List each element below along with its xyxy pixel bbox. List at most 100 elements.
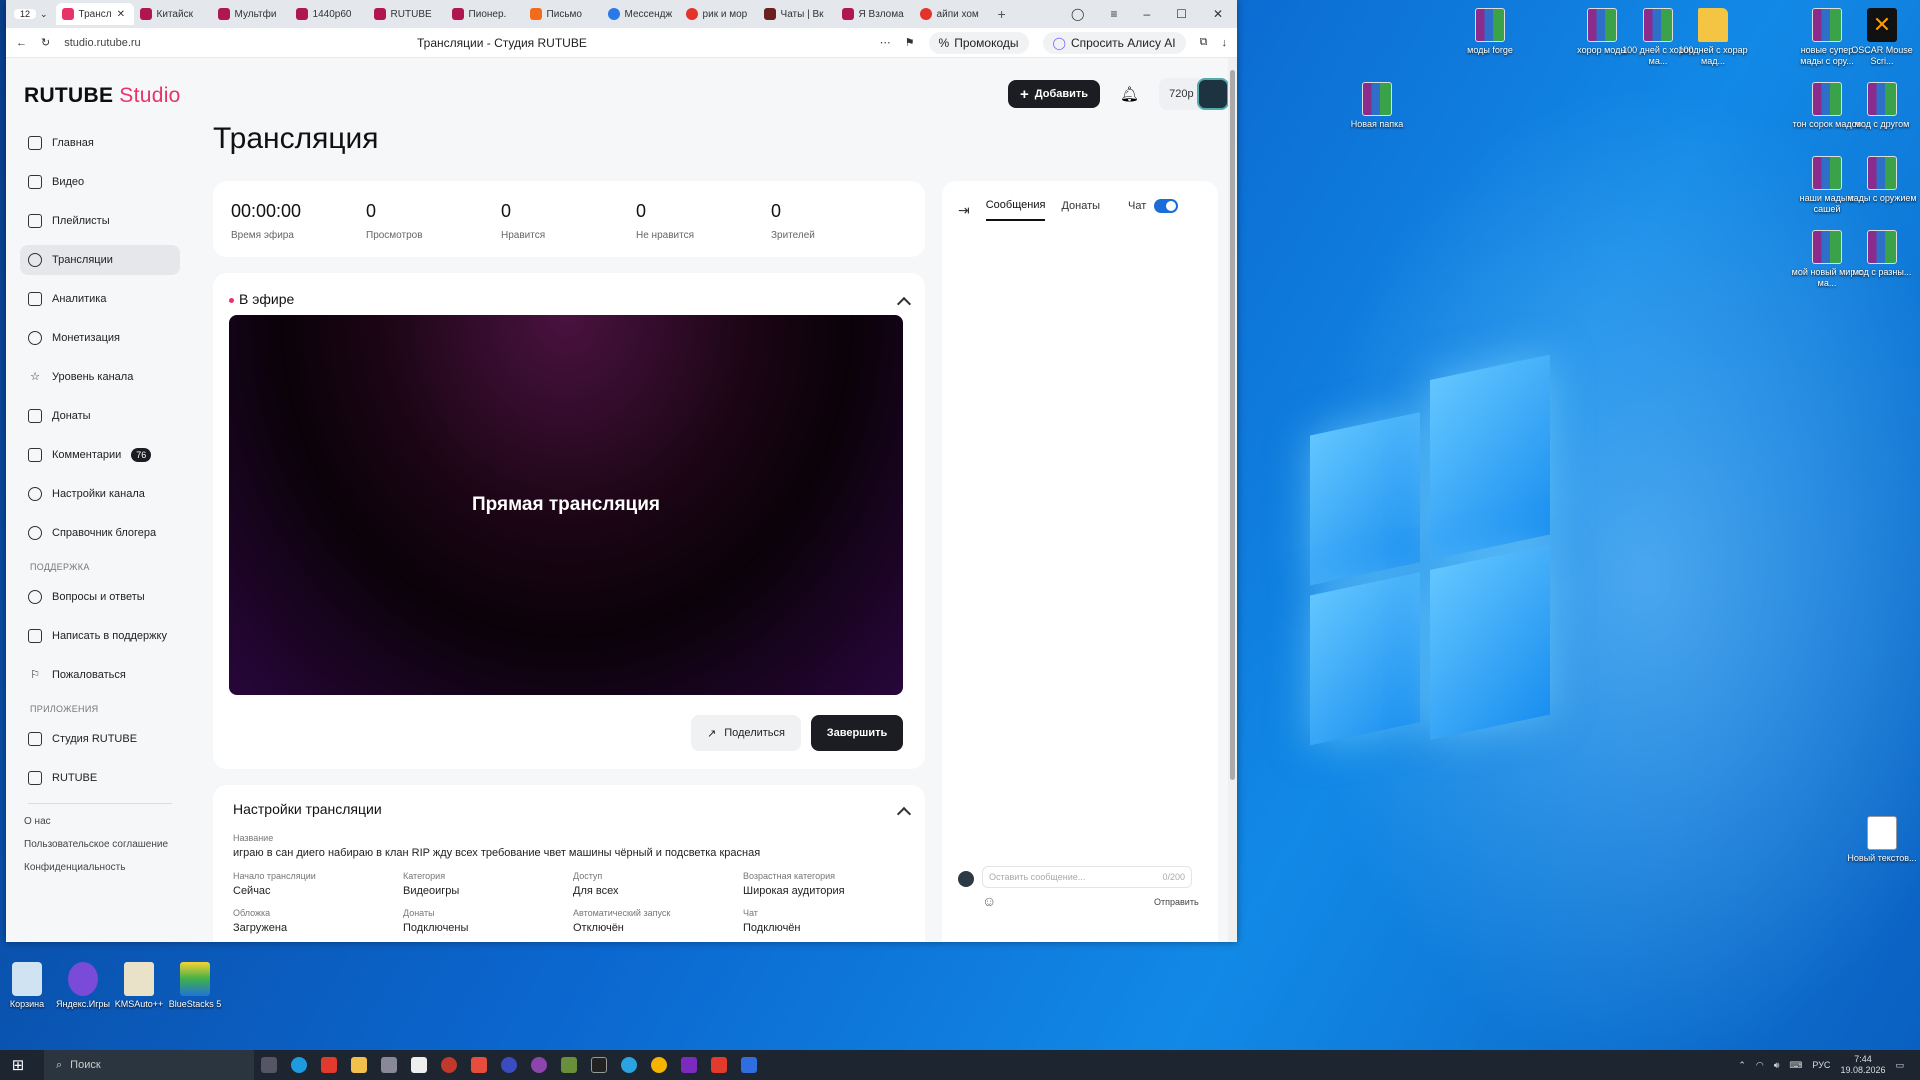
desktop-icon[interactable]: Новый текстов... bbox=[1843, 816, 1920, 864]
yandex-browser-icon[interactable] bbox=[321, 1057, 337, 1073]
volume-icon[interactable]: 🔊︎ bbox=[1774, 1060, 1780, 1071]
sidebar-item-contact-support[interactable]: Написать в поддержку bbox=[20, 621, 180, 651]
share-button[interactable]: ↗ Поделиться bbox=[691, 715, 801, 751]
sidebar-item-report[interactable]: ⚐ Пожаловаться bbox=[20, 660, 180, 690]
keyboard-icon[interactable]: ⌨ bbox=[1789, 1060, 1802, 1071]
notification-icon[interactable]: ▭ bbox=[1895, 1060, 1904, 1071]
browser-tab[interactable]: Письмо bbox=[524, 3, 602, 25]
tab-counter[interactable]: 12 bbox=[14, 9, 36, 19]
close-window-icon[interactable]: ✕ bbox=[1213, 7, 1223, 21]
language-indicator[interactable]: РУС bbox=[1812, 1060, 1830, 1070]
desktop-icon[interactable]: ✕ OSCAR Mouse Scri... bbox=[1843, 8, 1920, 67]
browser-tab[interactable]: айпи хом bbox=[914, 3, 992, 25]
browser-tab[interactable]: Мессендж bbox=[602, 3, 680, 25]
desktop-icon[interactable]: мод с разны... bbox=[1843, 230, 1920, 278]
mail-icon[interactable] bbox=[381, 1057, 397, 1073]
sidebar-item-analytics[interactable]: Аналитика bbox=[20, 284, 180, 314]
add-button[interactable]: + Добавить bbox=[1008, 80, 1101, 108]
edge-icon[interactable] bbox=[291, 1057, 307, 1073]
minimize-icon[interactable]: – bbox=[1143, 7, 1150, 21]
minecraft-icon[interactable] bbox=[561, 1057, 577, 1073]
sidebar-item-comments[interactable]: Комментарии 76 bbox=[20, 440, 180, 470]
sidebar-item-playlists[interactable]: Плейлисты bbox=[20, 206, 180, 236]
clock[interactable]: 7:44 19.08.2026 bbox=[1840, 1054, 1885, 1076]
desktop-icon[interactable]: мод с другом bbox=[1843, 82, 1920, 130]
chrome-icon[interactable] bbox=[651, 1057, 667, 1073]
bell-icon[interactable]: 🔔︎ bbox=[1120, 85, 1139, 103]
browser-tab[interactable]: Чаты | Вк bbox=[758, 3, 836, 25]
obs-icon[interactable] bbox=[681, 1057, 697, 1073]
browser-tab[interactable]: Пионер. bbox=[446, 3, 524, 25]
menu-icon[interactable]: ≡ bbox=[1110, 7, 1117, 21]
browser-tab[interactable]: Я Взлома bbox=[836, 3, 914, 25]
url-field[interactable]: studio.rutube.ru bbox=[64, 37, 324, 49]
task-view-icon[interactable] bbox=[261, 1057, 277, 1073]
footer-link-about[interactable]: О нас bbox=[24, 816, 180, 827]
sidebar-item-channel-settings[interactable]: Настройки канала bbox=[20, 479, 180, 509]
browser-tab[interactable]: 1440p60 bbox=[290, 3, 368, 25]
app-icon[interactable] bbox=[591, 1057, 607, 1073]
browser-tab[interactable]: Трансл ✕ bbox=[55, 3, 134, 25]
profile-icon[interactable]: ◯ bbox=[1071, 7, 1084, 21]
gamepad-icon[interactable] bbox=[531, 1057, 547, 1073]
collapse-chat-icon[interactable]: ⇥ bbox=[958, 202, 970, 219]
app-icon[interactable] bbox=[441, 1057, 457, 1073]
yandex-icon[interactable] bbox=[711, 1057, 727, 1073]
yandex-icon[interactable] bbox=[471, 1057, 487, 1073]
tabs-menu-icon[interactable]: ⌄ bbox=[40, 9, 48, 20]
sidebar-item-video[interactable]: Видео bbox=[20, 167, 180, 197]
browser-tab[interactable]: RUTUBE bbox=[368, 3, 446, 25]
reload-icon[interactable]: ↻ bbox=[41, 36, 50, 49]
sidebar-item-faq[interactable]: Вопросы и ответы bbox=[20, 582, 180, 612]
desktop-icon[interactable]: мады с оружием bbox=[1843, 156, 1920, 204]
start-icon[interactable]: ⊞ bbox=[0, 1056, 36, 1074]
quality-selector[interactable]: 720p bbox=[1159, 78, 1228, 110]
browser-tab[interactable]: Мультфи bbox=[212, 3, 290, 25]
sidebar-item-channel-level[interactable]: ☆ Уровень канала bbox=[20, 362, 180, 392]
app-icon[interactable] bbox=[411, 1057, 427, 1073]
back-icon[interactable]: ← bbox=[16, 37, 27, 49]
chat-toggle[interactable] bbox=[1154, 199, 1179, 213]
download-icon[interactable]: ↓ bbox=[1222, 37, 1228, 49]
sidebar-item-monetization[interactable]: Монетизация bbox=[20, 323, 180, 353]
page-scrollbar[interactable] bbox=[1228, 58, 1237, 942]
video-player[interactable]: Прямая трансляция bbox=[229, 315, 903, 695]
footer-link-privacy[interactable]: Конфиденциальность bbox=[24, 862, 180, 873]
tab-messages[interactable]: Сообщения bbox=[985, 199, 1046, 221]
desktop-icon[interactable]: 100дней с хорар мад... bbox=[1674, 8, 1752, 67]
app-icon[interactable] bbox=[741, 1057, 757, 1073]
close-icon[interactable]: ✕ bbox=[117, 9, 125, 20]
tray-chevron-icon[interactable]: ⌃ bbox=[1738, 1060, 1746, 1071]
taskbar-search[interactable]: ⌕ Поиск bbox=[44, 1050, 254, 1080]
new-tab-icon[interactable]: + bbox=[998, 6, 1006, 22]
scrollbar-thumb[interactable] bbox=[1230, 70, 1235, 780]
chevron-up-icon[interactable] bbox=[896, 806, 912, 822]
end-stream-button[interactable]: Завершить bbox=[811, 715, 903, 751]
send-button[interactable]: Отправить bbox=[1154, 897, 1199, 907]
message-input[interactable]: Оставить сообщение... 0/200 bbox=[982, 866, 1192, 888]
telegram-icon[interactable] bbox=[621, 1057, 637, 1073]
sidebar-item-donations[interactable]: Донаты bbox=[20, 401, 180, 431]
sidebar-item-home[interactable]: Главная bbox=[20, 128, 180, 158]
browser-tab[interactable]: рик и мор bbox=[680, 3, 758, 25]
browser-tab[interactable]: Китайск bbox=[134, 3, 212, 25]
sidebar-item-rutube-app[interactable]: RUTUBE bbox=[20, 763, 180, 793]
desktop-icon[interactable]: Новая папка bbox=[1338, 82, 1416, 130]
explorer-icon[interactable] bbox=[351, 1057, 367, 1073]
desktop-icon[interactable]: моды forge bbox=[1451, 8, 1529, 56]
desktop-icon[interactable]: BlueStacks 5 bbox=[156, 962, 234, 1010]
chevron-up-icon[interactable] bbox=[896, 296, 912, 312]
maximize-icon[interactable]: ☐ bbox=[1176, 7, 1187, 21]
more-icon[interactable]: ⋯ bbox=[880, 36, 891, 49]
alice-button[interactable]: ◯ Спросить Алису AI bbox=[1042, 31, 1186, 54]
footer-link-terms[interactable]: Пользовательское соглашение bbox=[24, 839, 180, 850]
extensions-icon[interactable]: ⧉ bbox=[1200, 36, 1208, 49]
rutube-studio-logo[interactable]: RUTUBE Studio bbox=[24, 84, 181, 108]
app-icon[interactable] bbox=[501, 1057, 517, 1073]
sidebar-item-broadcasts[interactable]: Трансляции bbox=[20, 245, 180, 275]
network-icon[interactable]: ◠ bbox=[1756, 1060, 1764, 1071]
emoji-icon[interactable]: ☺ bbox=[982, 893, 996, 909]
bookmark-icon[interactable]: ⚑ bbox=[905, 36, 915, 49]
tab-donations[interactable]: Донаты bbox=[1061, 200, 1100, 220]
sidebar-item-blogger-guide[interactable]: Справочник блогера bbox=[20, 518, 180, 548]
